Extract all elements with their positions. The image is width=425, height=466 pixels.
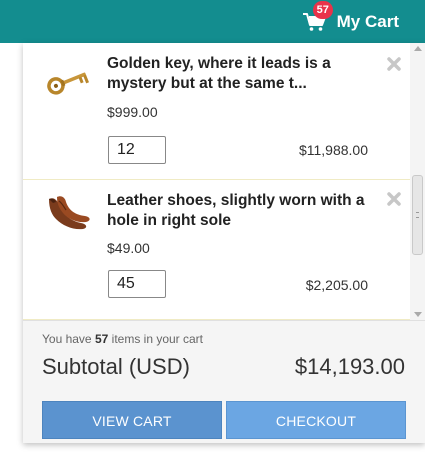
top-bar: 57 My Cart [0,0,425,43]
cart-item: Golden key, where it leads is a mystery … [23,43,410,180]
quantity-input[interactable] [108,136,166,164]
leather-shoes-thumbnail [43,189,93,230]
scroll-up-arrow-icon[interactable] [414,46,422,51]
item-line-total: $11,988.00 [298,142,368,158]
quantity-input[interactable] [108,270,166,298]
cart-count-badge: 57 [312,0,333,19]
remove-item-button[interactable] [386,191,402,207]
checkout-button[interactable]: CHECKOUT [226,401,406,439]
summary-count: 57 [94,332,109,346]
cart-footer: You have 57 items in your cart Subtotal … [23,320,425,443]
item-title[interactable]: Leather shoes, slightly worn with a hole… [107,191,379,231]
cart-items-list: Golden key, where it leads is a mystery … [23,43,410,320]
view-cart-button[interactable]: VIEW CART [42,401,222,439]
cart-summary-text: You have 57 items in your cart [42,332,203,346]
item-line-total: $2,205.00 [305,277,368,293]
scrollbar-thumb[interactable] [412,175,423,255]
close-icon [387,192,401,206]
golden-key-thumbnail [43,61,93,101]
subtotal-value: $14,193.00 [294,354,405,379]
item-unit-price: $999.00 [107,104,158,120]
remove-item-button[interactable] [386,56,402,72]
subtotal-label: Subtotal (USD) [42,354,190,379]
cart-dropdown: Golden key, where it leads is a mystery … [23,43,425,443]
item-title[interactable]: Golden key, where it leads is a mystery … [107,54,379,94]
my-cart-button[interactable]: 57 My Cart [302,0,399,43]
shopping-cart-icon: 57 [302,0,333,32]
close-icon [387,57,401,71]
scroll-down-arrow-icon[interactable] [414,312,422,317]
item-unit-price: $49.00 [107,240,150,256]
items-scrollbar[interactable] [410,43,425,320]
summary-suffix: items in your cart [108,332,204,346]
cart-label: My Cart [336,11,399,31]
cart-item: Leather shoes, slightly worn with a hole… [23,181,410,320]
summary-prefix: You have [42,332,95,346]
grip-icon [416,212,419,218]
